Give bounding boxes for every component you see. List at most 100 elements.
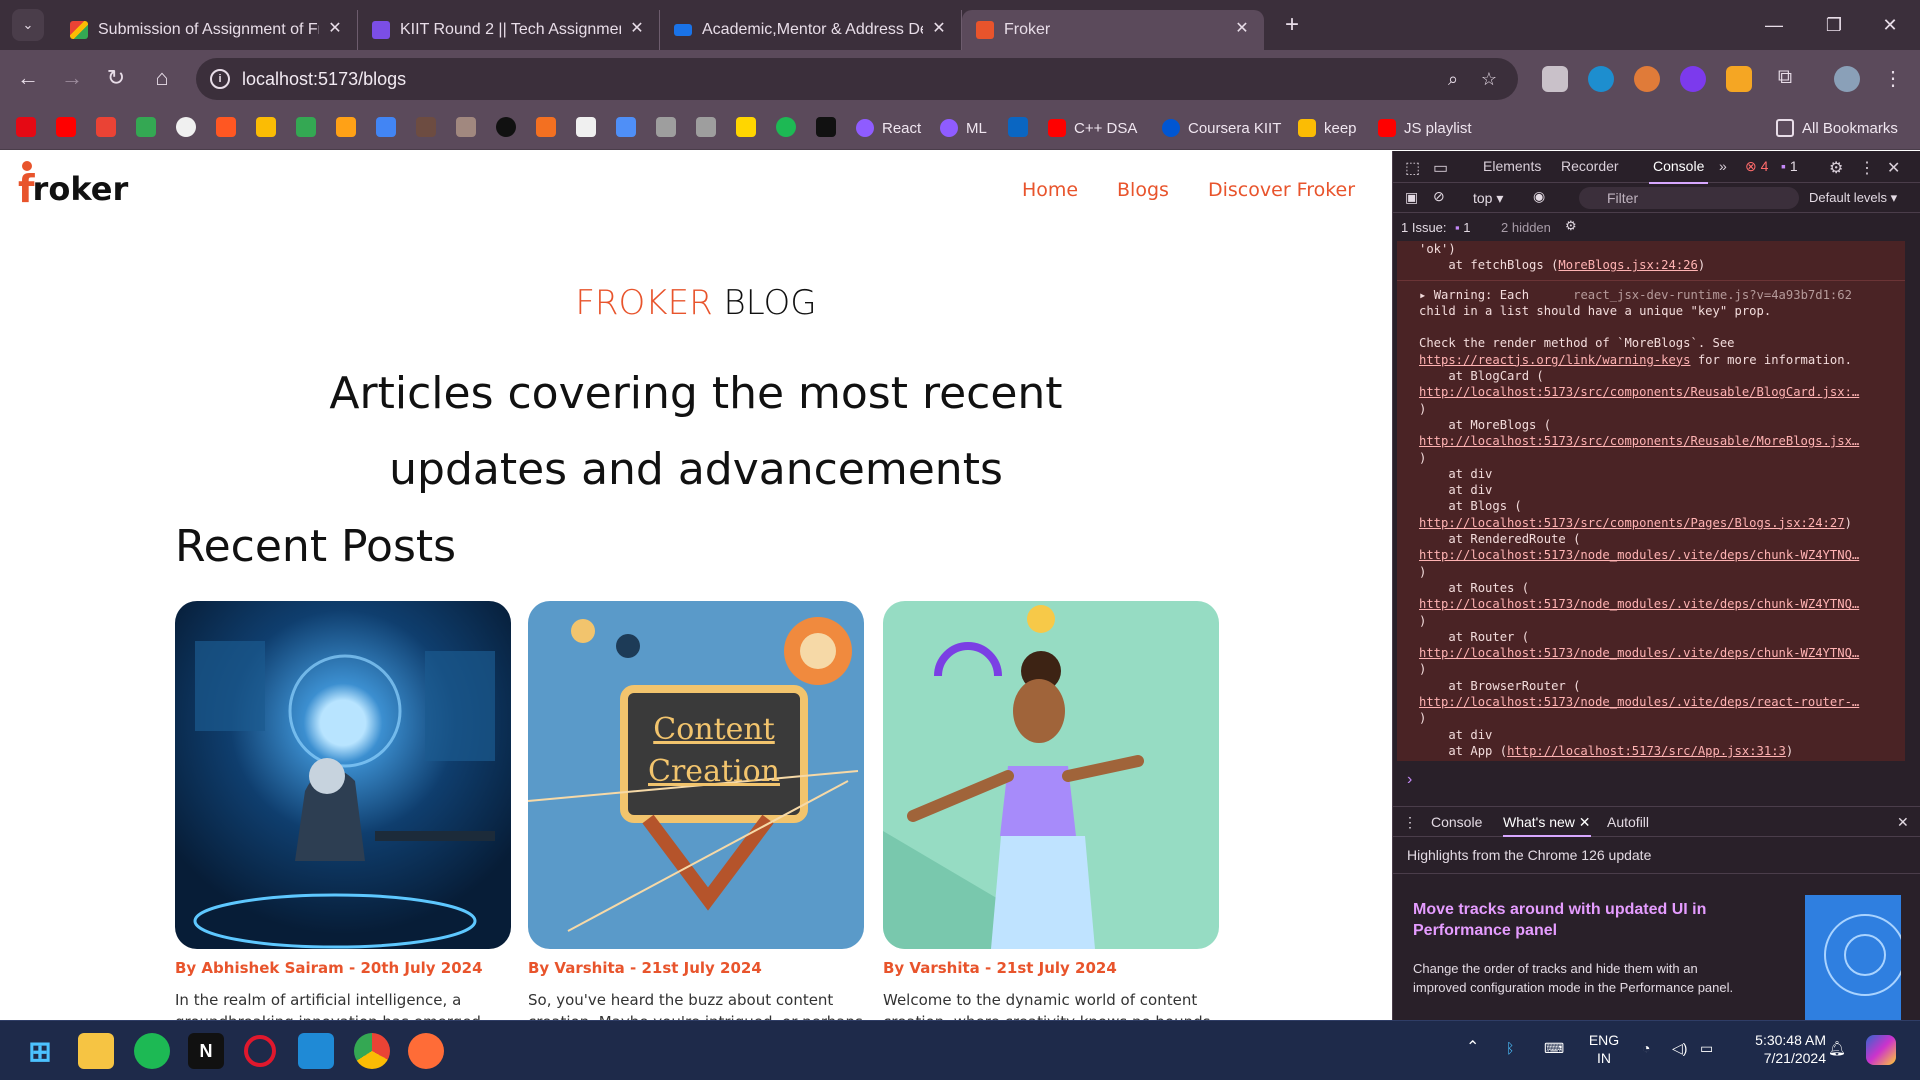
inspect-icon[interactable]: ⬚ bbox=[1405, 158, 1420, 178]
context-select[interactable]: top ▾ bbox=[1473, 190, 1503, 207]
notifications-icon[interactable]: 🔔︎ bbox=[1828, 1039, 1846, 1057]
wifi-icon[interactable]: ◔ bbox=[1642, 1039, 1650, 1057]
start-icon[interactable]: ⊞ bbox=[22, 1033, 58, 1069]
new-tab-button[interactable]: + bbox=[1276, 11, 1308, 39]
drawer-feature-title[interactable]: Move tracks around with updated UI in Pe… bbox=[1413, 899, 1713, 941]
postman-icon[interactable] bbox=[408, 1033, 444, 1069]
opera-icon[interactable] bbox=[244, 1035, 276, 1067]
avatar-icon[interactable] bbox=[416, 117, 436, 137]
forward-icon[interactable]: → bbox=[56, 62, 88, 94]
tab-search-button[interactable]: ⌄ bbox=[12, 9, 44, 41]
file-explorer-icon[interactable] bbox=[78, 1033, 114, 1069]
drive-icon[interactable] bbox=[136, 117, 156, 137]
bookmark-coursera[interactable]: Coursera KIIT bbox=[1162, 116, 1281, 140]
close-icon[interactable]: ✕ bbox=[325, 19, 345, 39]
blog-card[interactable]: By Abhishek Sairam - 20th July 2024 In t… bbox=[175, 601, 511, 1020]
levels-dropdown[interactable]: Default levels ▾ bbox=[1809, 190, 1897, 206]
meet-icon[interactable] bbox=[296, 117, 316, 137]
bookmark-react[interactable]: React bbox=[856, 116, 921, 140]
drawer-tab-console[interactable]: Console bbox=[1431, 814, 1482, 830]
keyboard-icon[interactable]: ⌨ bbox=[1544, 1039, 1564, 1057]
bookmark-icon[interactable] bbox=[736, 117, 756, 137]
blog-card[interactable]: By Varshita - 21st July 2024 Welcome to … bbox=[883, 601, 1219, 1020]
stack-link[interactable]: http://localhost:5173/node_modules/.vite… bbox=[1419, 695, 1859, 709]
nav-discover[interactable]: Discover Froker bbox=[1208, 179, 1355, 201]
tab-academic[interactable]: Academic,Mentor & Address De ✕ bbox=[660, 10, 962, 50]
bookmark-icon[interactable] bbox=[496, 117, 516, 137]
kebab-icon[interactable]: ⋮ bbox=[1859, 158, 1875, 178]
star-icon[interactable]: ☆ bbox=[1478, 68, 1500, 90]
tab-gmail[interactable]: Submission of Assignment of Fr ✕ bbox=[56, 10, 358, 50]
netflix-icon[interactable] bbox=[16, 117, 36, 137]
github-icon[interactable] bbox=[176, 117, 196, 137]
restore-icon[interactable]: ❐ bbox=[1804, 0, 1864, 50]
linkedin-icon[interactable] bbox=[1008, 117, 1028, 137]
spotify-icon[interactable] bbox=[134, 1033, 170, 1069]
tab-elements[interactable]: Elements bbox=[1483, 158, 1541, 174]
tab-froker[interactable]: Froker ✕ bbox=[962, 10, 1264, 50]
warning-head[interactable]: ▸ Warning: Each bbox=[1419, 288, 1529, 302]
drawer-menu-icon[interactable]: ⋮ bbox=[1403, 814, 1417, 831]
zoom-icon[interactable]: ⌕ bbox=[1442, 68, 1464, 90]
post-image-creator[interactable] bbox=[883, 601, 1219, 949]
extension-icon[interactable] bbox=[1680, 66, 1706, 92]
stack-link[interactable]: http://localhost:5173/src/components/Reu… bbox=[1419, 385, 1859, 399]
bookmark-cpp-dsa[interactable]: C++ DSA bbox=[1048, 116, 1137, 140]
tray-overflow-icon[interactable]: ⌃ bbox=[1466, 1039, 1479, 1057]
chatgpt-icon[interactable] bbox=[576, 117, 596, 137]
docs-link[interactable]: https://reactjs.org/link/warning-keys bbox=[1419, 353, 1691, 367]
eye-icon[interactable]: ◉ bbox=[1533, 188, 1545, 205]
sidebar-icon[interactable]: ▣ bbox=[1405, 189, 1418, 206]
bookmark-icon[interactable] bbox=[696, 117, 716, 137]
spotify-icon[interactable] bbox=[776, 117, 796, 137]
drawer-tab-whats-new[interactable]: What's new ✕ bbox=[1503, 814, 1591, 837]
post-image-ai[interactable] bbox=[175, 601, 511, 949]
back-icon[interactable]: ← bbox=[12, 62, 44, 94]
source-link[interactable]: MoreBlogs.jsx:24:26 bbox=[1558, 258, 1697, 272]
more-tabs-icon[interactable]: » bbox=[1719, 158, 1727, 174]
extension-icon[interactable] bbox=[1542, 66, 1568, 92]
hackerrank-icon[interactable] bbox=[816, 117, 836, 137]
nav-home[interactable]: Home bbox=[1022, 179, 1078, 201]
battery-icon[interactable]: ▭ bbox=[1700, 1039, 1713, 1057]
extension-icon[interactable] bbox=[1588, 66, 1614, 92]
issues-settings-icon[interactable]: ⚙ bbox=[1565, 218, 1577, 234]
bookmark-js-playlist[interactable]: JS playlist bbox=[1378, 116, 1472, 140]
leetcode-icon[interactable] bbox=[336, 117, 356, 137]
error-count-badge[interactable]: ⊗ 4 bbox=[1745, 158, 1768, 175]
close-icon[interactable]: ✕ bbox=[1232, 19, 1252, 39]
stack-link[interactable]: http://localhost:5173/src/App.jsx:31:3 bbox=[1507, 744, 1786, 758]
bookmark-icon[interactable] bbox=[656, 117, 676, 137]
post-image-content[interactable]: Content Creation bbox=[528, 601, 864, 949]
avatar-icon[interactable] bbox=[456, 117, 476, 137]
stack-link[interactable]: http://localhost:5173/src/components/Reu… bbox=[1419, 434, 1859, 448]
chrome-icon[interactable] bbox=[354, 1033, 390, 1069]
puzzle-icon[interactable]: ⧉ bbox=[1772, 66, 1798, 92]
all-bookmarks[interactable]: All Bookmarks bbox=[1776, 116, 1898, 140]
volume-icon[interactable]: ◁) bbox=[1672, 1039, 1687, 1057]
console-prompt[interactable]: › bbox=[1407, 771, 1412, 789]
settings-icon[interactable]: ⚙ bbox=[1829, 158, 1843, 178]
tab-kiit-round[interactable]: KIIT Round 2 || Tech Assignment ✕ bbox=[358, 10, 660, 50]
stack-link[interactable]: http://localhost:5173/src/components/Pag… bbox=[1419, 516, 1845, 530]
home-icon[interactable]: ⌂ bbox=[146, 62, 178, 94]
warning-source[interactable]: react_jsx-dev-runtime.js?v=4a93b7d1:62 bbox=[1573, 288, 1852, 302]
url-input[interactable] bbox=[242, 68, 1142, 90]
froker-logo[interactable]: f roker bbox=[18, 159, 128, 219]
window-close-icon[interactable]: ✕ bbox=[1860, 0, 1920, 50]
tab-console[interactable]: Console bbox=[1648, 158, 1709, 184]
site-info-icon[interactable]: i bbox=[210, 69, 230, 89]
vscode-icon[interactable] bbox=[298, 1033, 334, 1069]
address-bar[interactable]: i ⌕ ☆ bbox=[196, 58, 1518, 100]
stack-link[interactable]: http://localhost:5173/node_modules/.vite… bbox=[1419, 646, 1859, 660]
clear-console-icon[interactable]: ⊘ bbox=[1433, 188, 1445, 205]
issue-count-badge[interactable]: ▪ 1 bbox=[1781, 158, 1798, 174]
bluetooth-icon[interactable]: ᛒ bbox=[1506, 1039, 1514, 1057]
nav-blogs[interactable]: Blogs bbox=[1117, 179, 1169, 201]
blog-card[interactable]: Content Creation By Varshita - 21st July… bbox=[528, 601, 864, 1020]
device-toolbar-icon[interactable]: ▭ bbox=[1433, 158, 1448, 178]
gmail-icon[interactable] bbox=[96, 117, 116, 137]
menu-icon[interactable]: ⋮ bbox=[1880, 66, 1906, 92]
notion-icon[interactable]: N bbox=[188, 1033, 224, 1069]
close-icon[interactable]: ✕ bbox=[627, 19, 647, 39]
